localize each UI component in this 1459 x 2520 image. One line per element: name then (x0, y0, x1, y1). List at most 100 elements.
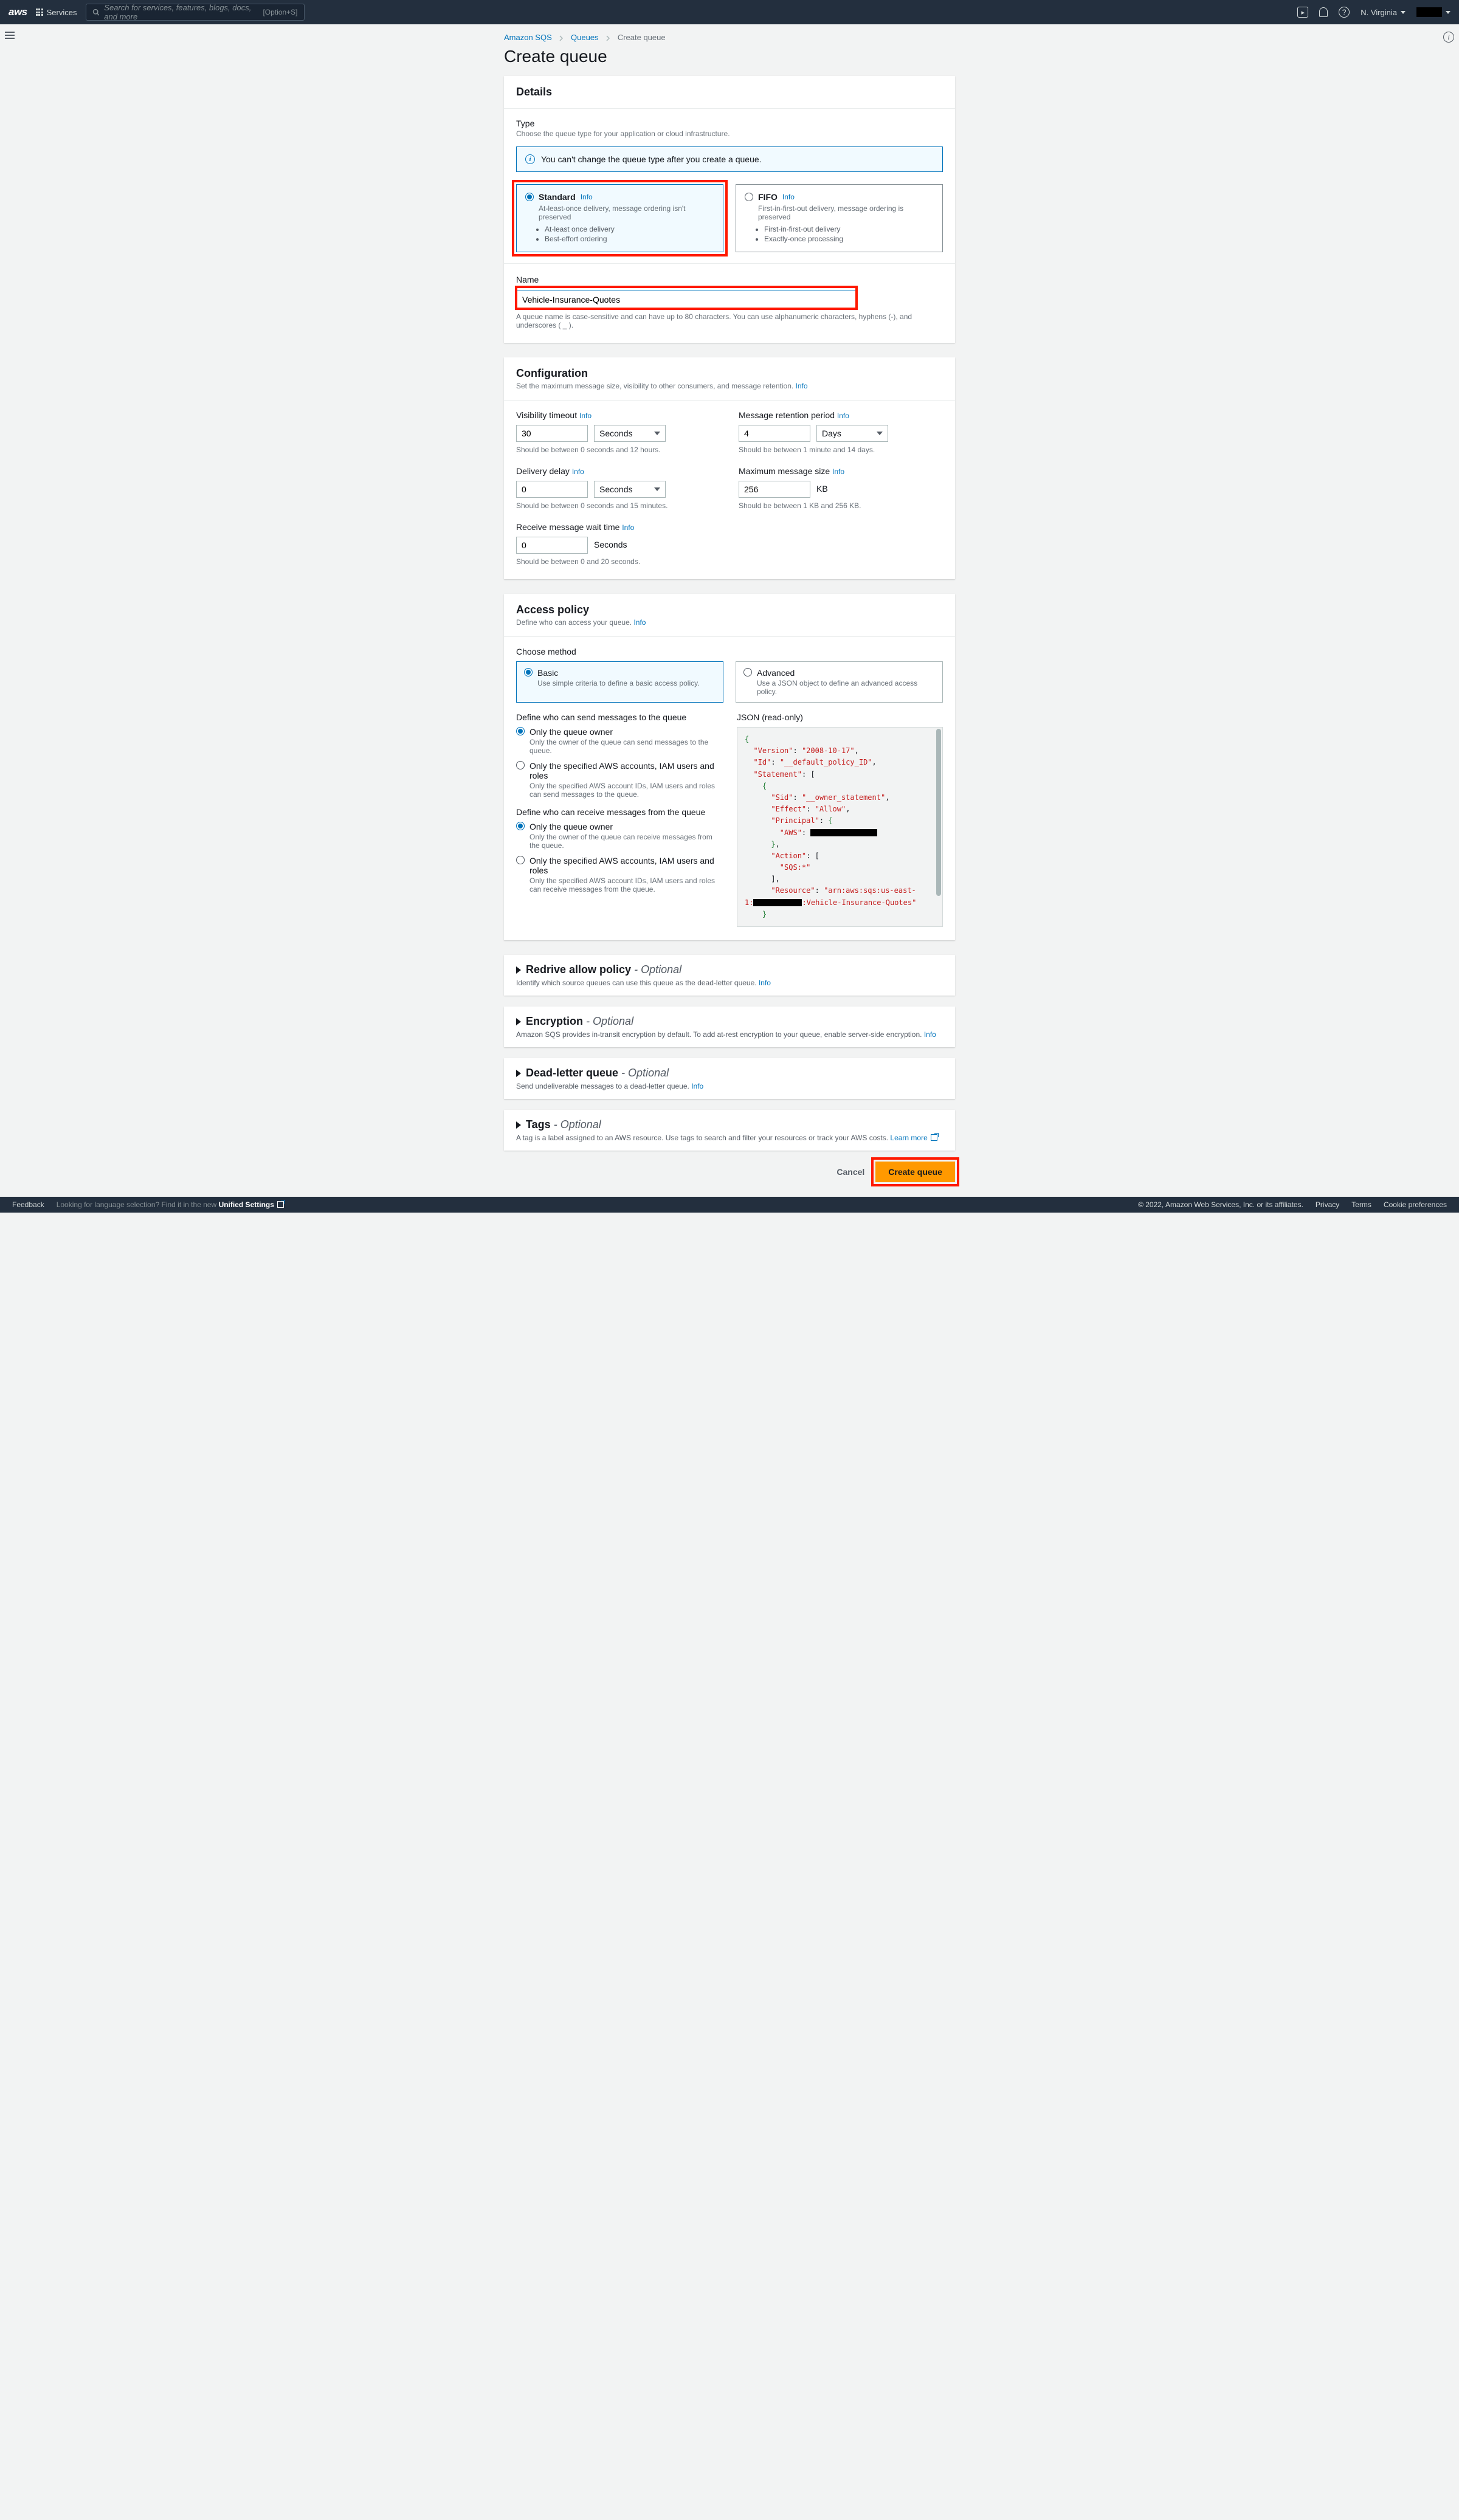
wait-value-input[interactable] (516, 537, 588, 554)
breadcrumb-current: Create queue (618, 33, 666, 42)
wait-info-link[interactable]: Info (622, 523, 634, 532)
cloudshell-icon[interactable]: ▸ (1297, 7, 1308, 18)
send-header: Define who can send messages to the queu… (516, 712, 722, 722)
send-owner-sub: Only the owner of the queue can send mes… (529, 738, 722, 755)
vis-unit-select[interactable]: Seconds (594, 425, 666, 442)
ret-label: Message retention period (739, 410, 835, 420)
top-nav: aws Services Search for services, featur… (0, 0, 1459, 24)
external-link-icon (277, 1201, 284, 1208)
radio-standard[interactable] (525, 193, 534, 201)
dlq-toggle[interactable]: Dead-letter queue - Optional (516, 1067, 943, 1079)
encryption-toggle[interactable]: Encryption - Optional (516, 1015, 943, 1028)
expand-icon (516, 966, 521, 974)
cancel-button[interactable]: Cancel (834, 1162, 867, 1182)
help-panel-toggle[interactable]: i (1443, 32, 1454, 43)
redrive-sub: Identify which source queues can use thi… (516, 979, 757, 987)
redacted-aws (810, 829, 877, 836)
tags-opt: - Optional (554, 1118, 601, 1131)
max-value-input[interactable] (739, 481, 810, 498)
access-right-col: JSON (read-only) { "Version": "2008-10-1… (737, 712, 943, 927)
recv-spec-option[interactable]: Only the specified AWS accounts, IAM use… (516, 856, 722, 893)
standard-bullet-2: Best-effort ordering (545, 235, 714, 243)
side-nav-toggle[interactable] (5, 32, 15, 39)
fifo-info-link[interactable]: Info (782, 193, 795, 201)
vis-info-link[interactable]: Info (579, 411, 592, 420)
wait-time-field: Receive message wait time Info Seconds S… (516, 522, 720, 566)
unified-settings-link[interactable]: Unified Settings (219, 1200, 285, 1209)
caret-down-icon (654, 432, 660, 435)
dlq-info-link[interactable]: Info (691, 1082, 703, 1090)
breadcrumb-queues[interactable]: Queues (571, 33, 599, 42)
ret-unit-select[interactable]: Days (816, 425, 888, 442)
name-hint: A queue name is case-sensitive and can h… (516, 312, 943, 329)
access-policy-panel: Access policy Define who can access your… (504, 594, 955, 940)
tags-sub: A tag is a label assigned to an AWS reso… (516, 1134, 888, 1142)
aws-logo[interactable]: aws (9, 6, 27, 18)
notifications-icon[interactable] (1319, 7, 1328, 17)
ret-value-input[interactable] (739, 425, 810, 442)
radio-advanced[interactable] (743, 668, 752, 676)
tags-learn-more-link[interactable]: Learn more (890, 1134, 937, 1142)
vis-value-input[interactable] (516, 425, 588, 442)
create-queue-button[interactable]: Create queue (875, 1162, 955, 1182)
config-info-link[interactable]: Info (796, 382, 808, 390)
access-sub: Define who can access your queue. (516, 618, 632, 627)
cookie-link[interactable]: Cookie preferences (1384, 1200, 1447, 1209)
max-info-link[interactable]: Info (832, 467, 844, 476)
queue-name-input[interactable] (516, 291, 857, 309)
retention-field: Message retention period Info Days Shoul… (739, 410, 943, 454)
privacy-link[interactable]: Privacy (1316, 1200, 1339, 1209)
radio-recv-owner[interactable] (516, 822, 525, 830)
external-link-icon (931, 1134, 937, 1141)
caret-down-icon (654, 487, 660, 491)
region-selector[interactable]: N. Virginia (1361, 8, 1406, 17)
tags-toggle[interactable]: Tags - Optional (516, 1118, 943, 1131)
access-info-link[interactable]: Info (633, 618, 646, 627)
encryption-info-link[interactable]: Info (924, 1030, 936, 1039)
services-menu[interactable]: Services (36, 8, 77, 17)
method-basic-card[interactable]: Basic Use simple criteria to define a ba… (516, 661, 723, 703)
redrive-info-link[interactable]: Info (759, 979, 771, 987)
send-owner-option[interactable]: Only the queue owner Only the owner of t… (516, 727, 722, 755)
method-advanced-card[interactable]: Advanced Use a JSON object to define an … (736, 661, 943, 703)
basic-sub: Use simple criteria to define a basic ac… (537, 679, 700, 687)
radio-send-spec[interactable] (516, 761, 525, 769)
page-title: Create queue (504, 47, 955, 66)
breadcrumb-sqs[interactable]: Amazon SQS (504, 33, 552, 42)
caret-down-icon (877, 432, 883, 435)
fifo-desc: First-in-first-out delivery, message ord… (758, 204, 934, 221)
fifo-bullet-2: Exactly-once processing (764, 235, 934, 243)
radio-send-owner[interactable] (516, 727, 525, 735)
standard-info-link[interactable]: Info (581, 193, 593, 201)
send-spec-option[interactable]: Only the specified AWS accounts, IAM use… (516, 761, 722, 799)
type-fifo-card[interactable]: FIFO Info First-in-first-out delivery, m… (736, 184, 943, 252)
feedback-link[interactable]: Feedback (12, 1200, 44, 1209)
delay-value-input[interactable] (516, 481, 588, 498)
wait-unit: Seconds (594, 537, 627, 554)
ret-hint: Should be between 1 minute and 14 days. (739, 446, 943, 454)
delay-unit-select[interactable]: Seconds (594, 481, 666, 498)
recv-owner-sub: Only the owner of the queue can receive … (529, 833, 722, 850)
search-input[interactable]: Search for services, features, blogs, do… (86, 4, 305, 21)
main-content: Amazon SQS Queues Create queue Create qu… (489, 24, 970, 1197)
ret-info-link[interactable]: Info (837, 411, 849, 420)
account-menu[interactable] (1416, 7, 1450, 17)
radio-recv-spec[interactable] (516, 856, 525, 864)
help-icon[interactable]: ? (1339, 7, 1350, 18)
terms-link[interactable]: Terms (1351, 1200, 1371, 1209)
radio-fifo[interactable] (745, 193, 753, 201)
choose-method-label: Choose method (516, 647, 943, 656)
delay-info-link[interactable]: Info (572, 467, 584, 476)
type-standard-card[interactable]: Standard Info At-least-once delivery, me… (516, 184, 723, 252)
delay-unit: Seconds (599, 484, 632, 494)
dlq-title: Dead-letter queue (526, 1067, 618, 1079)
encryption-title: Encryption (526, 1015, 583, 1027)
type-hint: Choose the queue type for your applicati… (516, 129, 943, 138)
vis-label: Visibility timeout (516, 410, 577, 420)
radio-basic[interactable] (524, 668, 533, 676)
recv-owner-option[interactable]: Only the queue owner Only the owner of t… (516, 822, 722, 850)
scrollbar[interactable] (936, 729, 941, 896)
send-owner-label: Only the queue owner (529, 727, 722, 737)
encryption-opt: - Optional (586, 1015, 633, 1027)
redrive-toggle[interactable]: Redrive allow policy - Optional (516, 963, 943, 976)
